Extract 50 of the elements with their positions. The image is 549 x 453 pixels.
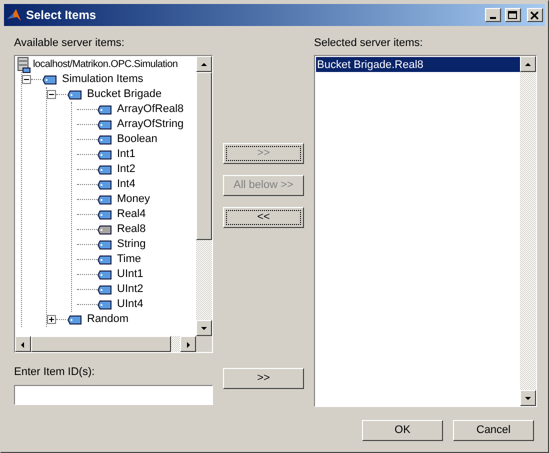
- tree-item[interactable]: Real8: [117, 221, 146, 238]
- scroll-thumb[interactable]: [196, 72, 212, 240]
- tree-item[interactable]: Simulation Items: [62, 71, 144, 88]
- tree-item[interactable]: Int4: [117, 176, 136, 193]
- close-icon: [530, 10, 540, 20]
- selected-items-label: Selected server items:: [314, 36, 424, 49]
- minimize-icon: [490, 16, 496, 18]
- collapse-icon[interactable]: [22, 75, 31, 84]
- tree-item[interactable]: localhost/Matrikon.OPC.Simulation: [33, 57, 178, 72]
- maximize-button[interactable]: [505, 8, 521, 22]
- window-title: Select Items: [26, 7, 98, 24]
- tree-item[interactable]: ArrayOfReal8: [117, 101, 184, 118]
- scrollbar-corner: [196, 336, 212, 352]
- item-id-field[interactable]: [14, 385, 213, 405]
- tree-item[interactable]: Boolean: [117, 131, 158, 148]
- scroll-up-button[interactable]: [196, 56, 212, 72]
- tag-icon: [67, 90, 83, 100]
- scroll-down-button[interactable]: [520, 390, 536, 406]
- tree-item[interactable]: Real4: [117, 206, 146, 223]
- app-logo-icon: [6, 7, 22, 23]
- tree-item[interactable]: UInt2: [117, 281, 144, 298]
- maximize-icon: [508, 10, 518, 20]
- dialog-button[interactable]: OK: [362, 420, 443, 441]
- tree-item[interactable]: Money: [117, 191, 150, 208]
- scroll-up-button[interactable]: [520, 56, 536, 72]
- move-button[interactable]: <<: [223, 207, 304, 228]
- item-id-label: Enter Item ID(s):: [14, 365, 96, 378]
- tree-item[interactable]: ArrayOfString: [117, 116, 184, 133]
- close-button[interactable]: [527, 8, 543, 22]
- tree-item[interactable]: Time: [117, 251, 142, 268]
- add-id-button[interactable]: >>: [223, 368, 304, 389]
- scroll-down-button[interactable]: [196, 320, 212, 336]
- tree-item[interactable]: Int1: [117, 146, 136, 163]
- tag-icon: [67, 314, 83, 324]
- available-items-label: Available server items:: [14, 36, 126, 49]
- dialog-button[interactable]: Cancel: [453, 420, 534, 441]
- tree-item[interactable]: Random: [87, 311, 129, 328]
- tree-item[interactable]: String: [117, 236, 146, 253]
- tree-item[interactable]: UInt4: [117, 296, 144, 313]
- minimize-button[interactable]: [485, 8, 501, 22]
- collapse-icon[interactable]: [47, 90, 56, 99]
- tag-icon: [42, 74, 58, 84]
- tree-item[interactable]: UInt1: [117, 266, 144, 283]
- tree-item[interactable]: Int2: [117, 161, 136, 178]
- tree-item[interactable]: Bucket Brigade: [87, 86, 162, 103]
- expand-icon[interactable]: [47, 315, 56, 324]
- scroll-right-button[interactable]: [180, 336, 196, 352]
- server-icon: [17, 56, 31, 72]
- scroll-left-button[interactable]: [15, 336, 31, 352]
- list-item[interactable]: Bucket Brigade.Real8: [316, 57, 520, 72]
